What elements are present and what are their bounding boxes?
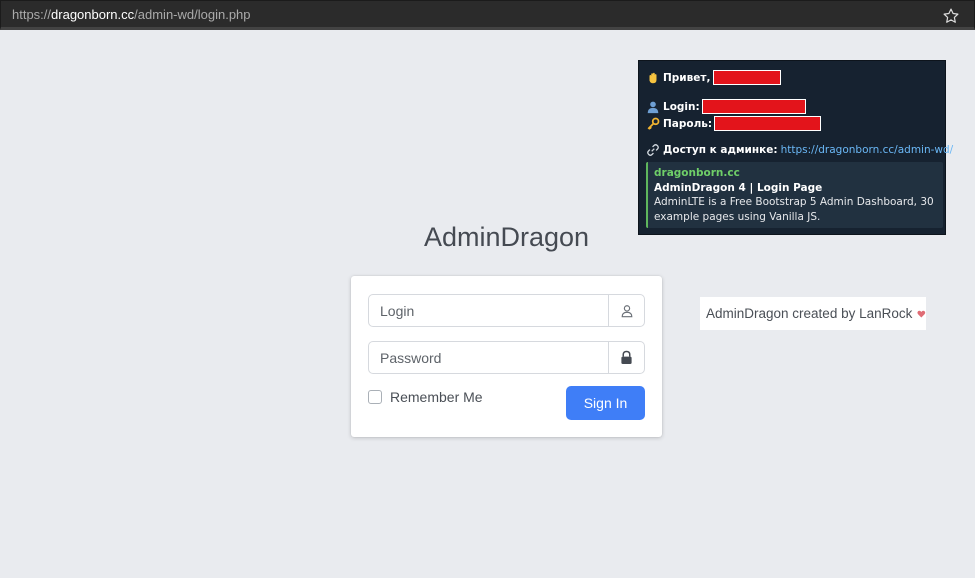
key-icon [647, 117, 660, 130]
password-input-group [368, 341, 645, 374]
access-line: Доступ к админке: https://dragonborn.cc/… [646, 143, 953, 157]
password-addon [608, 342, 644, 373]
redacted-password [714, 116, 822, 131]
access-label: Доступ к админке: [663, 144, 778, 156]
telegram-message: Привет, Login: Пароль: Доступ к админке:… [638, 60, 953, 235]
login-label: Login: [663, 100, 700, 113]
greeting-text: Привет, [663, 71, 711, 84]
login-card: Remember Me Sign In [351, 276, 662, 437]
login-input[interactable] [369, 295, 609, 326]
star-icon[interactable] [942, 7, 960, 25]
browser-address-bar[interactable]: https://dragonborn.cc/admin-wd/login.php [0, 0, 975, 30]
login-line: Login: [646, 99, 806, 114]
remember-checkbox[interactable] [368, 390, 382, 404]
heart-icon [917, 310, 926, 318]
sign-in-button[interactable]: Sign In [566, 386, 645, 420]
access-link[interactable]: https://dragonborn.cc/admin-wd/ [781, 144, 954, 156]
login-addon [608, 295, 644, 326]
link-icon [647, 144, 659, 156]
preview-description: AdminLTE is a Free Bootstrap 5 Admin Das… [654, 196, 934, 223]
redacted-name [712, 70, 781, 85]
url-scheme: https:// [12, 7, 52, 22]
login-input-group [368, 294, 645, 327]
redacted-login [701, 99, 806, 114]
credit-text: AdminDragon created by LanRock [706, 306, 913, 321]
preview-title: AdminDragon 4 | Login Page [654, 181, 823, 194]
greeting-line: Привет, [646, 70, 781, 85]
user-bust-icon [647, 101, 659, 113]
remember-label: Remember Me [390, 389, 483, 405]
url-path: /admin-wd/login.php [134, 7, 251, 22]
password-label: Пароль: [663, 117, 713, 130]
user-icon [621, 304, 632, 317]
password-line: Пароль: [646, 116, 822, 131]
remember-me[interactable]: Remember Me [368, 389, 483, 405]
waving-hand-icon [649, 72, 657, 83]
preview-site: dragonborn.cc [654, 167, 740, 179]
credit-box: AdminDragon created by LanRock [700, 297, 926, 330]
password-input[interactable] [369, 342, 609, 373]
address-url[interactable]: https://dragonborn.cc/admin-wd/login.php [12, 7, 251, 22]
login-brand-title[interactable]: AdminDragon [351, 222, 662, 253]
lock-icon [621, 350, 632, 364]
link-preview[interactable]: dragonborn.cc AdminDragon 4 | Login Page… [646, 162, 943, 228]
url-host: dragonborn.cc [51, 7, 135, 22]
